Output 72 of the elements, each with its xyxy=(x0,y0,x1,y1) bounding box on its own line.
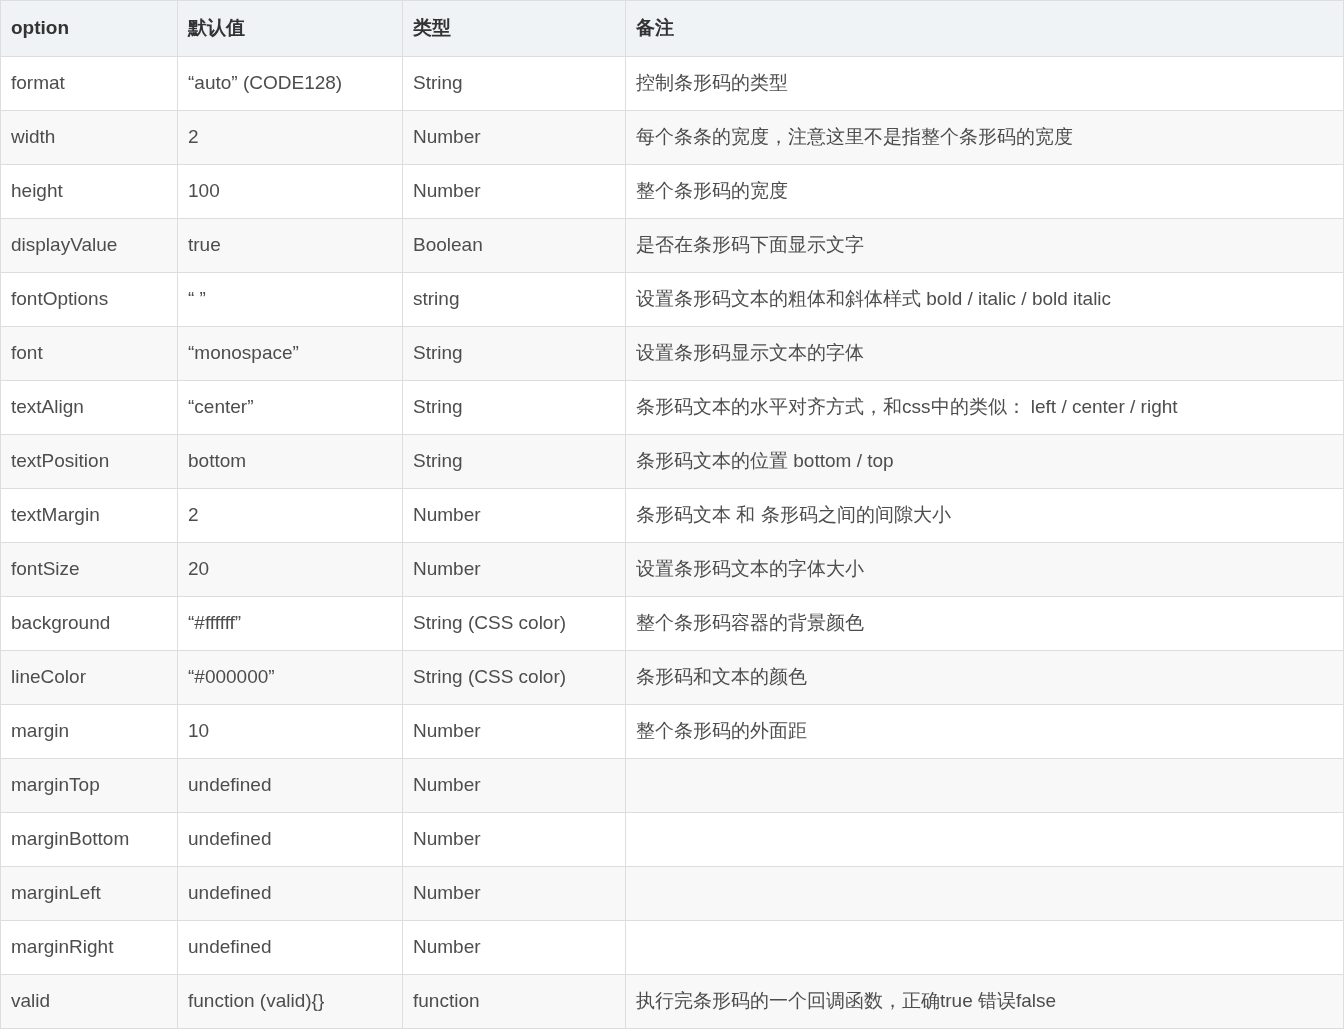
table-cell: width xyxy=(0,110,178,165)
table-cell: font xyxy=(0,326,178,381)
table-cell: 100 xyxy=(177,164,403,219)
table-cell: “auto” (CODE128) xyxy=(177,56,403,111)
table-cell: Number xyxy=(402,164,626,219)
table-cell: “#ffffff” xyxy=(177,596,403,651)
table-cell: Number xyxy=(402,920,626,975)
table-cell: 每个条条的宽度，注意这里不是指整个条形码的宽度 xyxy=(625,110,1344,165)
table-cell: format xyxy=(0,56,178,111)
table-cell: 整个条形码的宽度 xyxy=(625,164,1344,219)
table-cell: String xyxy=(402,380,626,435)
table-cell: marginLeft xyxy=(0,866,178,921)
table-cell: Number xyxy=(402,542,626,597)
table-cell: 2 xyxy=(177,488,403,543)
column-header: 类型 xyxy=(402,0,626,57)
table-cell: margin xyxy=(0,704,178,759)
table-cell: “#000000” xyxy=(177,650,403,705)
table-cell: String (CSS color) xyxy=(402,650,626,705)
table-cell: 设置条形码文本的粗体和斜体样式 bold / italic / bold italic xyxy=(625,272,1344,327)
table-cell: undefined xyxy=(177,812,403,867)
table-cell: 设置条形码显示文本的字体 xyxy=(625,326,1344,381)
table-cell: String xyxy=(402,434,626,489)
table-cell: textPosition xyxy=(0,434,178,489)
column-header: option xyxy=(0,0,178,57)
table-cell: “center” xyxy=(177,380,403,435)
table-cell: valid xyxy=(0,974,178,1029)
table-cell: 控制条形码的类型 xyxy=(625,56,1344,111)
table-cell: undefined xyxy=(177,758,403,813)
table-cell: marginBottom xyxy=(0,812,178,867)
table-cell: String xyxy=(402,56,626,111)
table-cell: Number xyxy=(402,488,626,543)
table-cell: string xyxy=(402,272,626,327)
table-cell: function xyxy=(402,974,626,1029)
table-cell: 条形码和文本的颜色 xyxy=(625,650,1344,705)
table-cell: 设置条形码文本的字体大小 xyxy=(625,542,1344,597)
table-cell: Number xyxy=(402,758,626,813)
table-cell: fontSize xyxy=(0,542,178,597)
table-cell: true xyxy=(177,218,403,273)
table-cell: 10 xyxy=(177,704,403,759)
table-cell: undefined xyxy=(177,920,403,975)
table-cell: background xyxy=(0,596,178,651)
table-cell: 整个条形码容器的背景颜色 xyxy=(625,596,1344,651)
table-cell: Number xyxy=(402,866,626,921)
column-header: 默认值 xyxy=(177,0,403,57)
table-cell: Number xyxy=(402,812,626,867)
table-cell: textMargin xyxy=(0,488,178,543)
table-cell: Number xyxy=(402,110,626,165)
table-cell: 条形码文本的位置 bottom / top xyxy=(625,434,1344,489)
table-cell: undefined xyxy=(177,866,403,921)
table-cell: marginTop xyxy=(0,758,178,813)
table-cell: 整个条形码的外面距 xyxy=(625,704,1344,759)
table-cell: “ ” xyxy=(177,272,403,327)
table-cell: marginRight xyxy=(0,920,178,975)
table-cell: lineColor xyxy=(0,650,178,705)
table-cell: 条形码文本 和 条形码之间的间隙大小 xyxy=(625,488,1344,543)
table-cell: 2 xyxy=(177,110,403,165)
table-cell: String xyxy=(402,326,626,381)
column-header: 备注 xyxy=(625,0,1344,57)
table-cell: textAlign xyxy=(0,380,178,435)
table-cell: fontOptions xyxy=(0,272,178,327)
table-cell: 执行完条形码的一个回调函数，正确true 错误false xyxy=(625,974,1344,1029)
table-cell: height xyxy=(0,164,178,219)
table-cell: Boolean xyxy=(402,218,626,273)
table-cell: 20 xyxy=(177,542,403,597)
table-cell: displayValue xyxy=(0,218,178,273)
table-cell: 是否在条形码下面显示文字 xyxy=(625,218,1344,273)
table-cell: function (valid){} xyxy=(177,974,403,1029)
table-cell: bottom xyxy=(177,434,403,489)
table-cell: Number xyxy=(402,704,626,759)
table-cell: String (CSS color) xyxy=(402,596,626,651)
table-cell: 条形码文本的水平对齐方式，和css中的类似： left / center / right xyxy=(625,380,1344,435)
table-cell: “monospace” xyxy=(177,326,403,381)
